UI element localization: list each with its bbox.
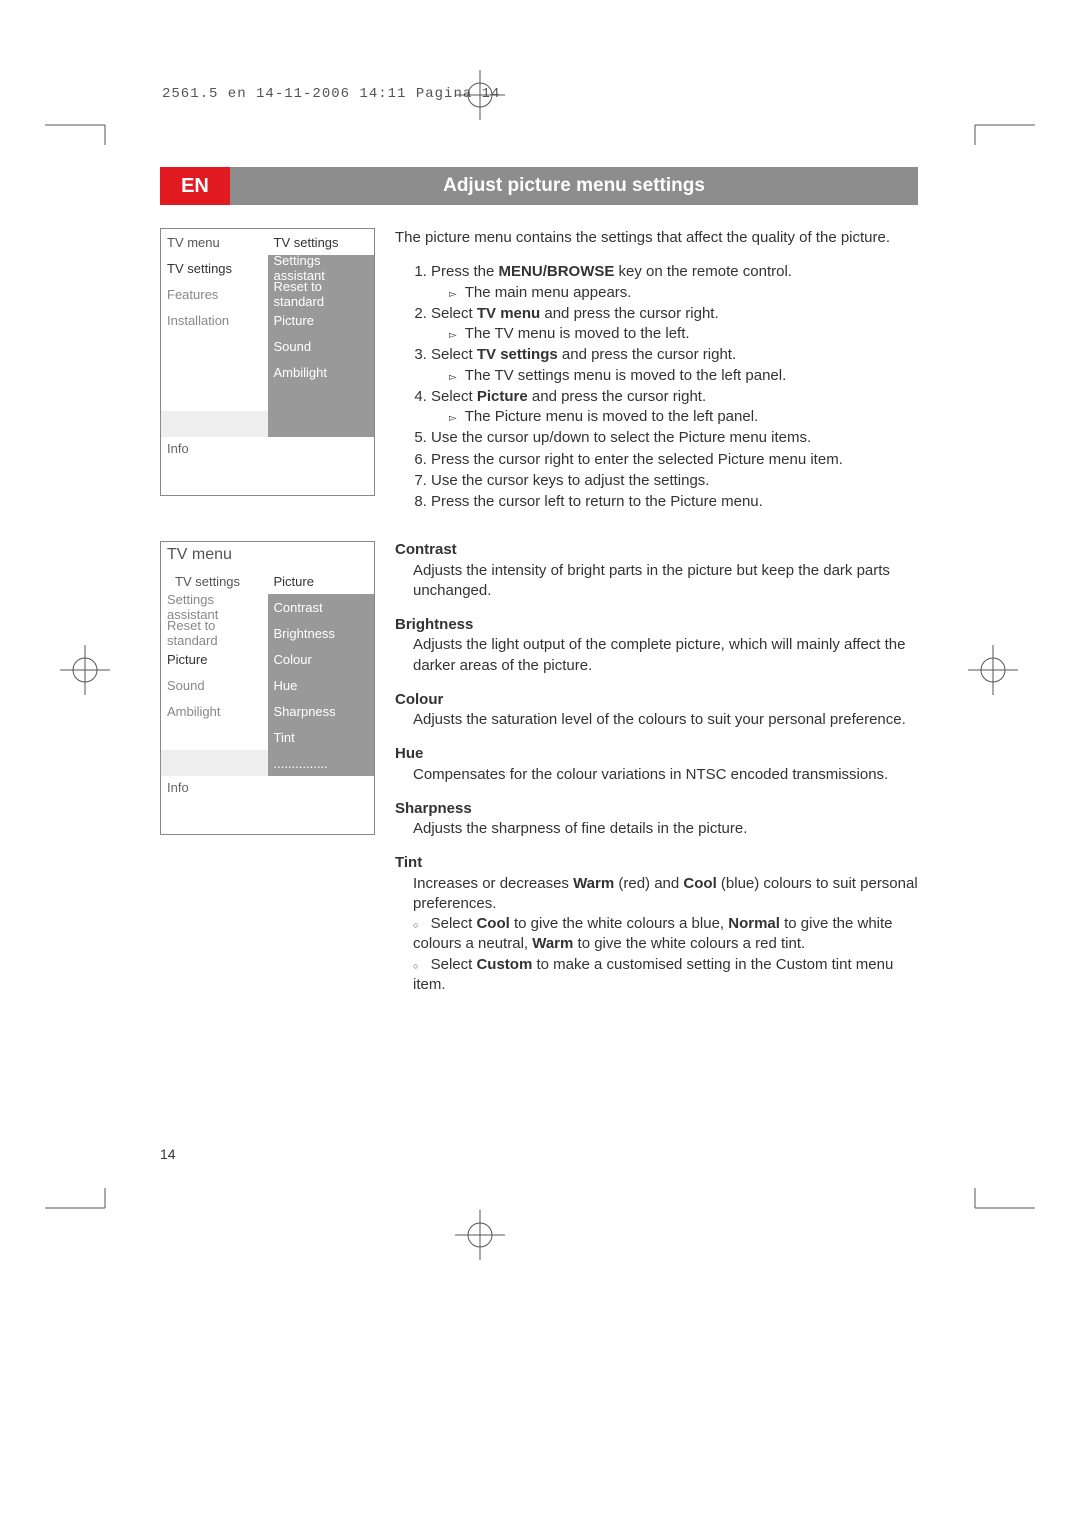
menu2-right-sub: Picture bbox=[268, 568, 375, 594]
menu2-left-item: Settings assistant bbox=[161, 594, 268, 620]
menu1-left-item: Installation bbox=[161, 307, 268, 333]
menu2-right-item: Contrast bbox=[268, 594, 375, 620]
menu1-right-item: Ambilight bbox=[268, 359, 375, 385]
print-proof-header: 2561.5 en 14-11-2006 14:11 Pagina 14 bbox=[162, 86, 500, 102]
menu2-right-item: Sharpness bbox=[268, 698, 375, 724]
menu1-right-item: Reset to standard bbox=[268, 281, 375, 307]
def-brightness: Brightness Adjusts the light output of t… bbox=[395, 615, 920, 676]
crop-mark-bottom-left bbox=[45, 1188, 125, 1228]
menu1-left-title: TV menu bbox=[161, 229, 268, 255]
def-contrast: Contrast Adjusts the intensity of bright… bbox=[395, 540, 920, 601]
registration-mark-right bbox=[968, 645, 1018, 695]
menu2-left-item: Sound bbox=[161, 672, 268, 698]
menu2-info: Info bbox=[161, 776, 374, 834]
def-sharpness: Sharpness Adjusts the sharpness of fine … bbox=[395, 799, 920, 840]
menu1-info: Info bbox=[161, 437, 374, 495]
registration-mark-left bbox=[60, 645, 110, 695]
menu2-left-item: Reset to standard bbox=[161, 620, 268, 646]
crop-mark-top-left bbox=[45, 105, 125, 145]
menu1-left-item: TV settings bbox=[161, 255, 268, 281]
section-header: EN Adjust picture menu settings bbox=[160, 167, 918, 205]
menu1-right-item: Sound bbox=[268, 333, 375, 359]
menu2-left-item: Picture bbox=[161, 646, 268, 672]
menu2-right-item: Brightness bbox=[268, 620, 375, 646]
crop-mark-top-right bbox=[955, 105, 1035, 145]
intro-paragraph: The picture menu contains the settings t… bbox=[395, 228, 920, 248]
menu1-right-item: Picture bbox=[268, 307, 375, 333]
def-colour: Colour Adjusts the saturation level of t… bbox=[395, 690, 920, 731]
steps-list: Press the MENU/BROWSE key on the remote … bbox=[395, 262, 920, 512]
section-title: Adjust picture menu settings bbox=[230, 175, 918, 197]
registration-mark-bottom bbox=[455, 1210, 505, 1260]
menu2-left-item: Ambilight bbox=[161, 698, 268, 724]
crop-mark-bottom-right bbox=[955, 1188, 1035, 1228]
menu-illustration-2: TV menu TV settings Settings assistant R… bbox=[160, 541, 375, 835]
def-tint: Tint Increases or decreases Warm (red) a… bbox=[395, 853, 920, 995]
menu2-right-item: Tint bbox=[268, 724, 375, 750]
menu-illustration-1: TV menu TV settings Features Installatio… bbox=[160, 228, 375, 496]
def-hue: Hue Compensates for the colour variation… bbox=[395, 744, 920, 785]
page-number: 14 bbox=[160, 1146, 176, 1162]
language-badge: EN bbox=[160, 167, 230, 205]
menu1-right-title: TV settings bbox=[268, 229, 375, 255]
menu2-right-item: Hue bbox=[268, 672, 375, 698]
menu2-title: TV menu bbox=[161, 542, 374, 568]
menu2-right-item: Colour bbox=[268, 646, 375, 672]
menu2-left-sub: TV settings bbox=[161, 568, 268, 594]
menu1-left-item: Features bbox=[161, 281, 268, 307]
menu2-right-item: ............... bbox=[268, 750, 375, 776]
menu1-right-item: Settings assistant bbox=[268, 255, 375, 281]
body-text: The picture menu contains the settings t… bbox=[395, 228, 920, 1009]
